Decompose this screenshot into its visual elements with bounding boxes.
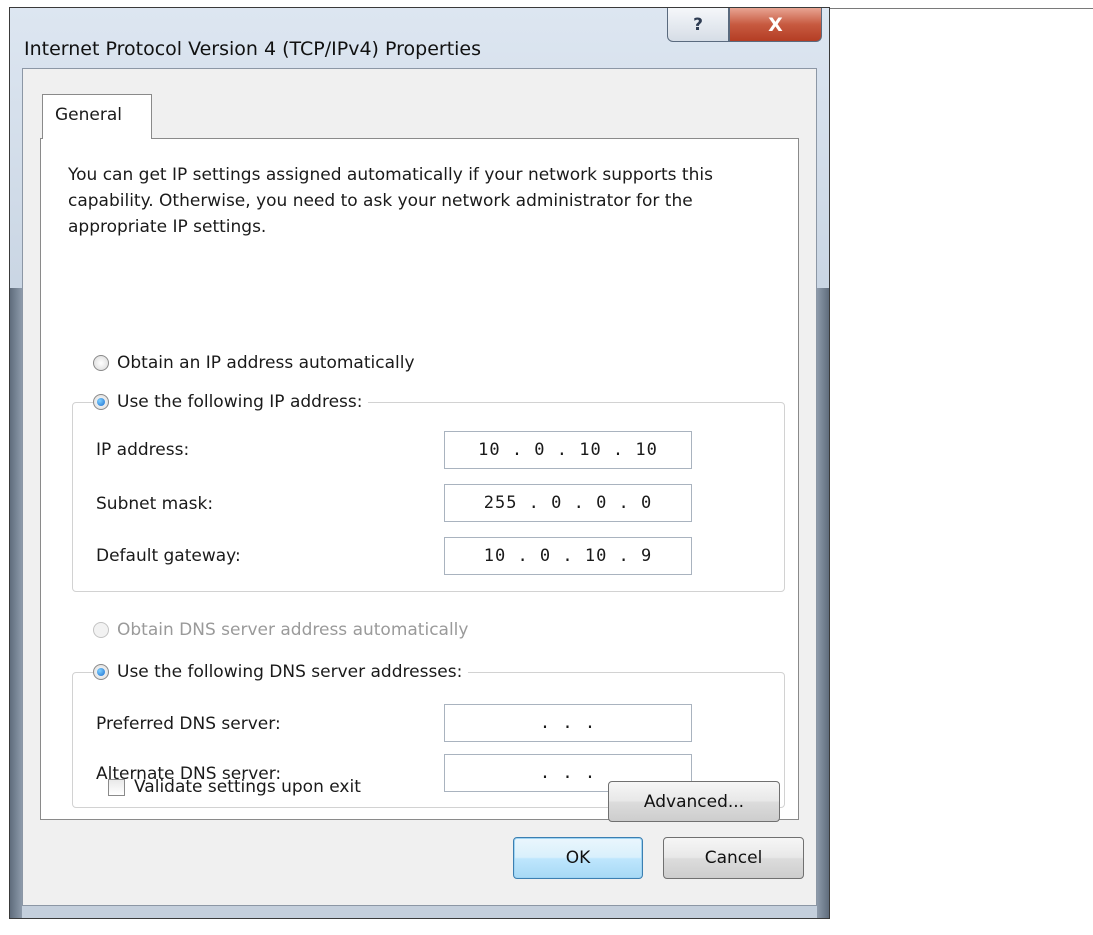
ip-address-input[interactable]: 10 . 0 . 10 . 10 [444, 431, 692, 469]
default-gateway-input[interactable]: 10 . 0 . 10 . 9 [444, 537, 692, 575]
cancel-button[interactable]: Cancel [663, 837, 804, 879]
use-ip-manual-label: Use the following IP address: [117, 392, 363, 412]
window-frame-edge [817, 288, 829, 918]
dialog-window: Internet Protocol Version 4 (TCP/IPv4) P… [9, 7, 830, 919]
close-button[interactable]: X [729, 8, 822, 42]
ip-address-label: IP address: [96, 440, 190, 460]
tab-general[interactable]: General [42, 94, 152, 139]
use-ip-manual-radio[interactable] [93, 394, 109, 410]
intro-text: You can get IP settings assigned automat… [68, 165, 713, 237]
preferred-dns-input[interactable]: . . . [444, 704, 692, 742]
obtain-dns-auto-option: Obtain DNS server address automatically [93, 620, 475, 640]
use-ip-manual-option[interactable]: Use the following IP address: [93, 392, 369, 412]
help-icon: ? [693, 14, 703, 35]
use-dns-manual-option[interactable]: Use the following DNS server addresses: [93, 662, 469, 682]
advanced-button[interactable]: Advanced... [608, 781, 780, 822]
window-title: Internet Protocol Version 4 (TCP/IPv4) P… [24, 38, 482, 60]
default-gateway-label: Default gateway: [96, 546, 241, 566]
obtain-ip-auto-option[interactable]: Obtain an IP address automatically [93, 353, 421, 373]
dialog-client-area: General You can get IP settings assigned… [22, 68, 817, 906]
validate-settings-option[interactable]: Validate settings upon exit [108, 777, 361, 797]
preferred-dns-label: Preferred DNS server: [96, 714, 281, 734]
obtain-dns-auto-label: Obtain DNS server address automatically [117, 620, 469, 640]
use-dns-manual-label: Use the following DNS server addresses: [117, 662, 463, 682]
validate-settings-checkbox[interactable] [108, 778, 125, 796]
subnet-mask-label: Subnet mask: [96, 494, 214, 514]
validate-settings-label: Validate settings upon exit [134, 777, 361, 797]
help-button[interactable]: ? [667, 8, 729, 42]
top-divider-line [830, 8, 1093, 9]
use-dns-manual-radio[interactable] [93, 664, 109, 680]
obtain-ip-auto-label: Obtain an IP address automatically [117, 353, 415, 373]
general-tab-panel: You can get IP settings assigned automat… [40, 138, 799, 820]
subnet-mask-input[interactable]: 255 . 0 . 0 . 0 [444, 484, 692, 522]
obtain-dns-auto-radio [93, 622, 109, 638]
ok-button[interactable]: OK [513, 837, 643, 879]
close-icon: X [768, 13, 783, 36]
obtain-ip-auto-radio[interactable] [93, 355, 109, 371]
